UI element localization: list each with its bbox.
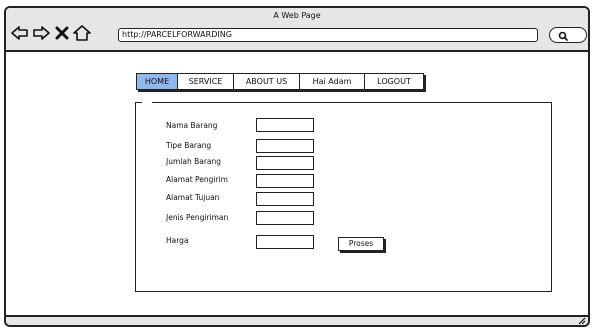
- page-title: A Web Page: [273, 11, 321, 20]
- label-jenis-pengiriman: Jenis Pengiriman: [166, 213, 229, 222]
- input-jenis-pengiriman[interactable]: [256, 211, 314, 225]
- label-tipe-barang: Tipe Barang: [166, 141, 212, 150]
- back-arrow-icon[interactable]: [10, 24, 30, 42]
- panel-border-gap: [142, 100, 152, 105]
- input-harga[interactable]: [256, 235, 314, 249]
- input-tipe-barang[interactable]: [256, 139, 314, 153]
- page-content: HOME SERVICE ABOUT US Hai Adam LOGOUT Na…: [6, 52, 588, 319]
- home-icon[interactable]: [72, 24, 92, 42]
- menu-item-user[interactable]: Hai Adam: [300, 74, 365, 89]
- label-alamat-pengirim: Alamat Pengirim: [166, 175, 228, 184]
- resize-grip-icon[interactable]: [576, 317, 586, 325]
- input-alamat-pengirim[interactable]: [256, 174, 314, 188]
- close-icon[interactable]: [52, 24, 72, 42]
- search-icon: [558, 31, 568, 41]
- status-bar: [6, 315, 588, 325]
- menu-item-about-us[interactable]: ABOUT US: [234, 74, 300, 89]
- url-input[interactable]: http://PARCELFORWARDING: [118, 28, 538, 42]
- label-harga: Harga: [166, 236, 189, 245]
- menu-item-logout[interactable]: LOGOUT: [365, 74, 423, 89]
- label-jumlah-barang: Jumlah Barang: [166, 157, 222, 166]
- input-alamat-tujuan[interactable]: [256, 192, 314, 206]
- search-button[interactable]: [549, 27, 587, 43]
- main-menu: HOME SERVICE ABOUT US Hai Adam LOGOUT: [136, 73, 424, 90]
- input-jumlah-barang[interactable]: [256, 156, 314, 170]
- proses-button[interactable]: Proses: [338, 237, 384, 251]
- menu-item-service[interactable]: SERVICE: [178, 74, 234, 89]
- order-form-panel: Nama Barang Tipe Barang Jumlah Barang Al…: [135, 100, 552, 292]
- label-alamat-tujuan: Alamat Tujuan: [166, 193, 220, 202]
- label-nama-barang: Nama Barang: [166, 121, 218, 130]
- input-nama-barang[interactable]: [256, 118, 314, 132]
- browser-window: A Web Page http://PARCELFORWARDING HOME …: [4, 6, 590, 327]
- browser-toolbar: A Web Page http://PARCELFORWARDING: [6, 8, 588, 52]
- menu-item-home[interactable]: HOME: [137, 74, 178, 89]
- forward-arrow-icon[interactable]: [31, 24, 51, 42]
